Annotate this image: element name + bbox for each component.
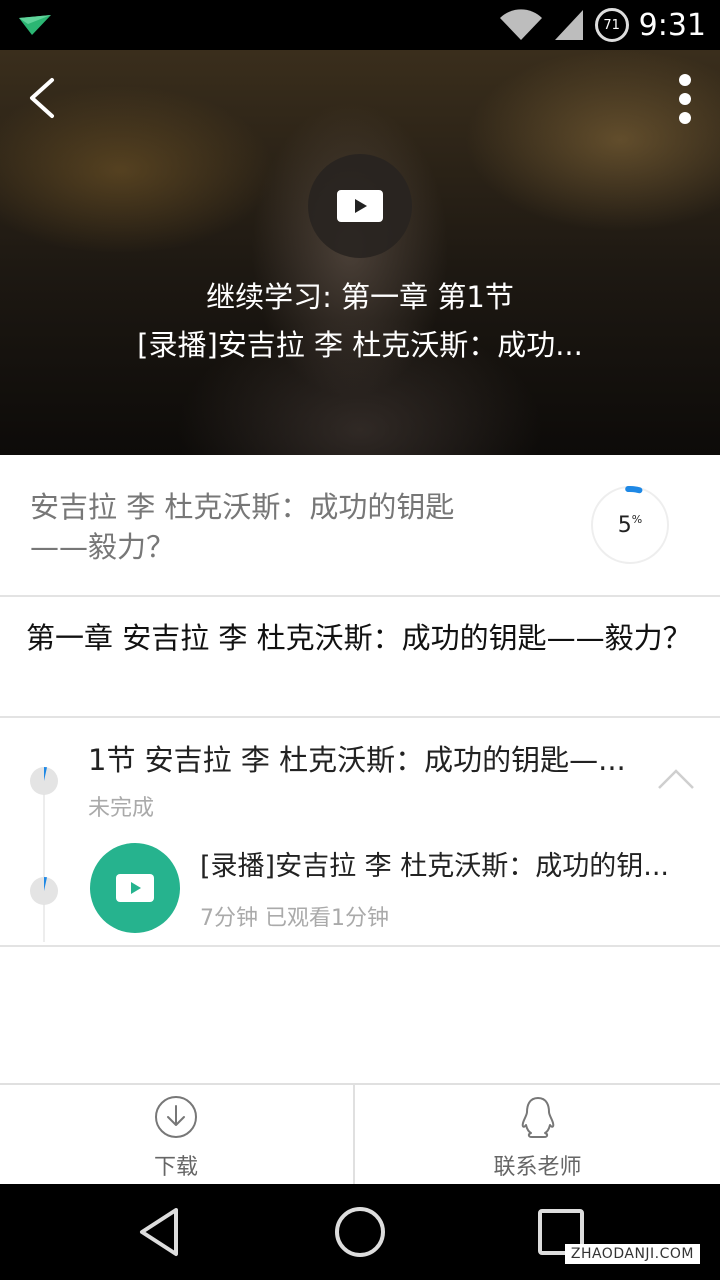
video-hero[interactable]: 继续学习: 第一章 第1节 [录播]安吉拉 李 杜克沃斯：成功...	[0, 50, 720, 455]
lesson-meta: 7分钟 已观看1分钟	[200, 906, 389, 931]
system-nav-bar: ZHAODANJI.COM	[0, 1184, 720, 1280]
wifi-icon	[499, 9, 542, 40]
chevron-up-icon[interactable]	[656, 766, 696, 792]
play-icon	[116, 874, 154, 902]
back-triangle-icon[interactable]	[132, 1204, 188, 1260]
progress-percent: 5%	[590, 485, 670, 565]
continue-lesson-title[interactable]: [录播]安吉拉 李 杜克沃斯：成功...	[0, 322, 720, 364]
app-notification-icon	[19, 15, 51, 35]
lesson-title[interactable]: [录播]安吉拉 李 杜克沃斯：成功的钥...	[200, 848, 670, 886]
status-bar: 71 9:31	[0, 0, 720, 50]
bottom-action-bar: 下载 联系老师	[0, 1083, 720, 1184]
continue-play-button[interactable]	[308, 154, 412, 258]
download-label: 下载	[153, 1155, 198, 1180]
more-vert-icon[interactable]	[670, 72, 700, 126]
download-button[interactable]: 下载	[0, 1085, 352, 1184]
cell-signal-icon	[554, 10, 583, 40]
back-arrow-icon[interactable]	[22, 76, 66, 120]
lesson-progress-dot-icon	[30, 876, 58, 905]
lesson-play-button[interactable]	[90, 843, 180, 933]
battery-level: 71	[603, 17, 620, 33]
progress-number: 5	[617, 512, 632, 538]
battery-icon: 71	[594, 8, 629, 42]
section-status: 未完成	[88, 796, 155, 821]
divider	[0, 945, 720, 947]
divider	[0, 716, 720, 718]
status-time: 9:31	[638, 7, 706, 43]
section-title[interactable]: 1节 安吉拉 李 杜克沃斯：成功的钥匙—...	[88, 740, 663, 780]
home-circle-icon[interactable]	[332, 1204, 388, 1260]
play-icon	[337, 190, 383, 222]
contact-teacher-button[interactable]: 联系老师	[353, 1085, 720, 1184]
course-info: 安吉拉 李 杜克沃斯：成功的钥匙——毅力？ 5%	[0, 455, 720, 597]
continue-learning-label[interactable]: 继续学习: 第一章 第1节	[0, 274, 720, 316]
timeline-line	[43, 782, 45, 942]
chapter-title: 第一章 安吉拉 李 杜克沃斯：成功的钥匙——毅力？	[26, 621, 692, 655]
status-icons: 71 9:31	[499, 0, 706, 50]
progress-unit: %	[631, 512, 643, 526]
course-title: 安吉拉 李 杜克沃斯：成功的钥匙——毅力？	[30, 490, 455, 564]
contact-teacher-label: 联系老师	[493, 1155, 582, 1180]
download-icon	[155, 1096, 197, 1138]
watermark: ZHAODANJI.COM	[564, 1244, 700, 1264]
qq-penguin-icon	[521, 1097, 554, 1138]
section-progress-dot-icon	[30, 766, 58, 795]
